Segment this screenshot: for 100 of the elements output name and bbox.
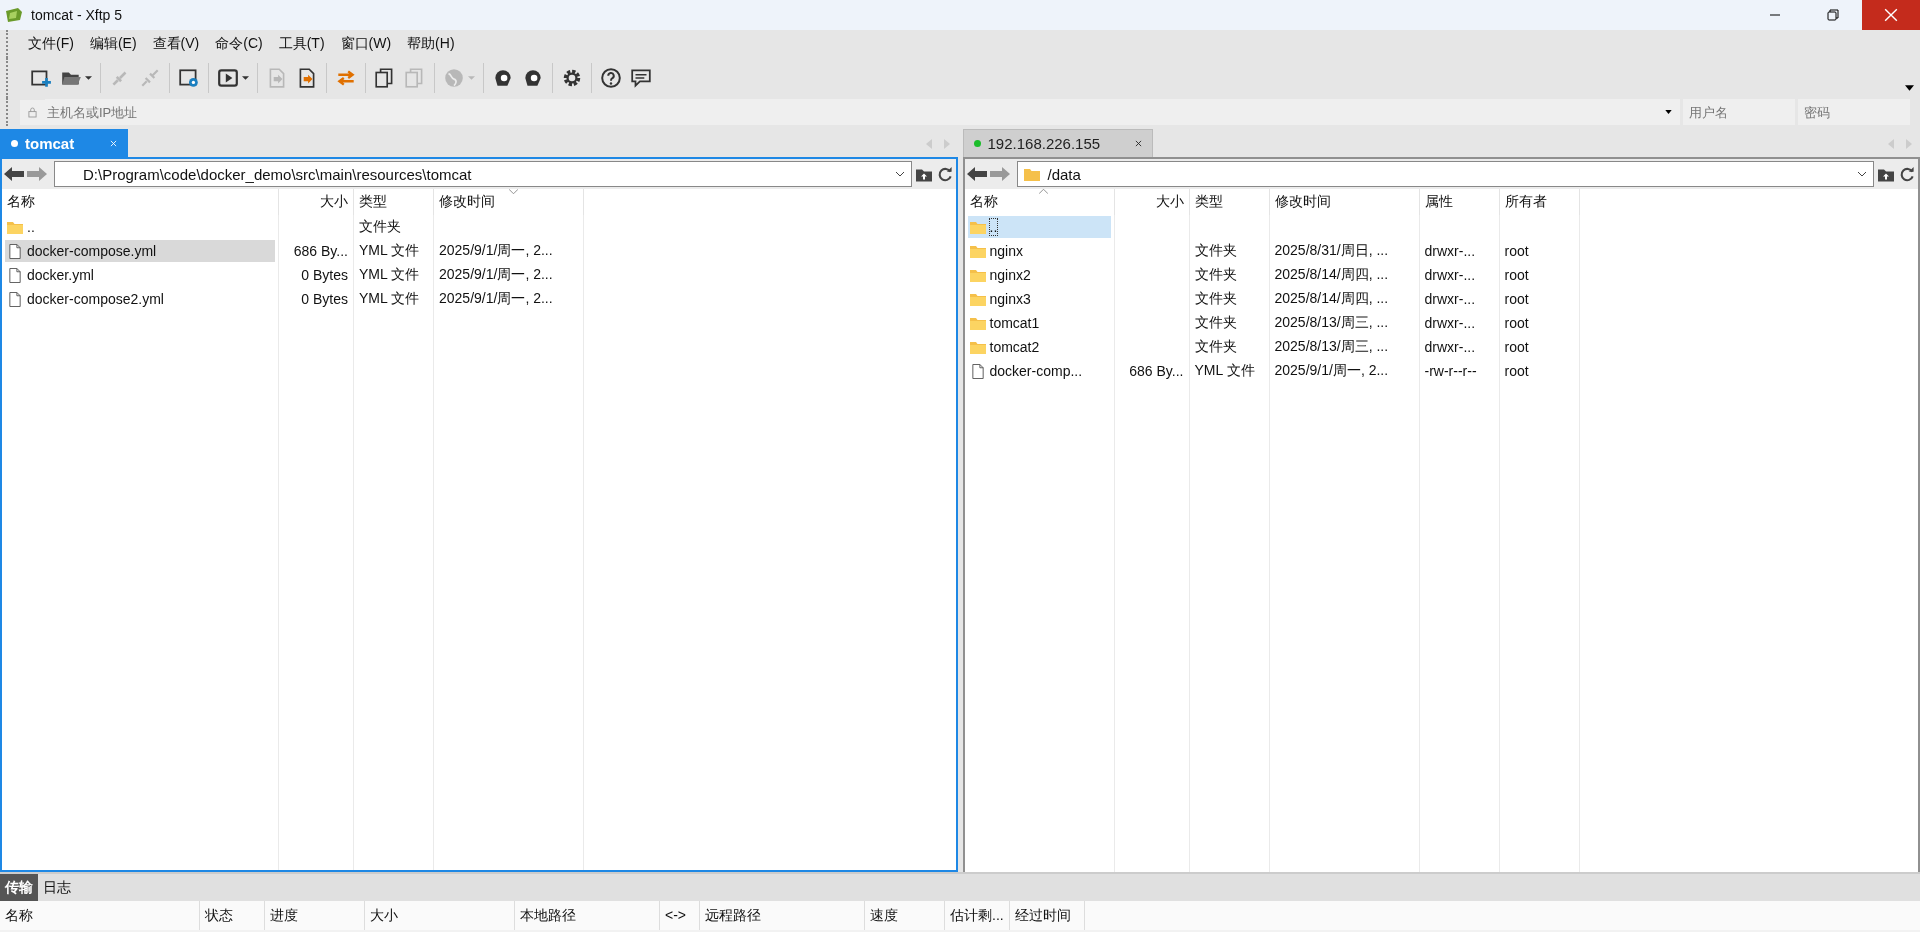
table-cell: 0 Bytes [301, 291, 348, 307]
column-header[interactable]: 修改时间 [434, 189, 584, 215]
column-header[interactable]: 名称 [964, 189, 1115, 215]
file-list-item[interactable]: docker.yml [5, 264, 275, 286]
folder-icon [969, 243, 986, 259]
caret-icon [242, 75, 249, 81]
chevron-down-icon[interactable] [894, 171, 905, 177]
close-icon[interactable] [1134, 140, 1142, 147]
window-gear-icon [178, 67, 200, 89]
column-header[interactable]: 修改时间 [1269, 189, 1420, 215]
menu-item[interactable]: 编辑(E) [81, 35, 145, 53]
username-field[interactable]: 用户名 [1683, 99, 1795, 125]
column-header[interactable]: 远程路径 [700, 901, 865, 930]
file-list-item[interactable]: .. [967, 216, 1111, 238]
column-header[interactable]: 所有者 [1499, 189, 1580, 215]
bottom-tab[interactable]: 传输 [0, 874, 38, 901]
back-arrow-icon[interactable] [4, 167, 24, 181]
bottom-tab[interactable]: 日志 [38, 874, 76, 901]
lock-icon [20, 99, 45, 125]
refresh-icon[interactable] [1898, 165, 1916, 183]
column-header[interactable]: 状态 [200, 901, 265, 930]
window-title: tomcat - Xftp 5 [31, 7, 123, 23]
file-list-item[interactable]: tomcat1 [967, 312, 1111, 334]
table-cell: 文件夹 [1194, 266, 1237, 284]
menu-item[interactable]: 窗口(W) [332, 35, 400, 53]
session-tab[interactable]: 192.168.226.155 [962, 129, 1153, 157]
caret-icon [468, 75, 475, 81]
menu-item[interactable]: 帮助(H) [399, 35, 463, 53]
table-cell: root [1504, 243, 1529, 259]
table-cell: root [1504, 315, 1529, 331]
menu-item[interactable]: 命令(C) [207, 35, 271, 53]
unplug-icon [139, 67, 161, 89]
column-header[interactable]: 估计剩... [945, 901, 1010, 930]
menu-item[interactable]: 查看(V) [144, 35, 208, 53]
host-field[interactable]: 主机名或IP地址 [45, 99, 1657, 125]
table-cell: YML 文件 [359, 242, 420, 260]
column-header[interactable]: 名称 [0, 901, 200, 930]
help-icon [600, 67, 622, 89]
menu-item[interactable]: 工具(T) [270, 35, 333, 53]
column-header[interactable]: 速度 [865, 901, 945, 930]
table-cell: 文件夹 [1194, 314, 1237, 332]
column-header[interactable]: <-> [660, 901, 700, 930]
table-cell: 2025/8/13/周三, ... [1274, 314, 1389, 332]
file-list-item[interactable]: docker-compose2.yml [5, 288, 275, 310]
back-arrow-icon[interactable] [966, 167, 987, 181]
file-list-item[interactable]: docker-comp... [967, 360, 1111, 382]
column-header[interactable]: 类型 [1189, 189, 1270, 215]
table-cell: drwxr-... [1424, 339, 1476, 355]
path-field[interactable]: /data [1016, 161, 1874, 187]
column-header[interactable]: 进度 [265, 901, 365, 930]
chevron-down-icon[interactable] [1857, 171, 1867, 177]
table-cell: 文件夹 [1194, 242, 1237, 260]
column-header[interactable]: 大小 [365, 901, 515, 930]
file-list-item[interactable]: nginx3 [967, 288, 1111, 310]
play-icon [217, 67, 239, 89]
table-cell: 文件夹 [359, 218, 401, 236]
table-cell: drwxr-... [1424, 267, 1476, 283]
table-cell: 2025/9/1/周一, 2... [439, 242, 553, 260]
table-cell: 686 By... [1129, 363, 1184, 379]
column-header[interactable]: 大小 [1114, 189, 1190, 215]
path-field[interactable]: D:\Program\code\docker_demo\src\main\resources\tomcat [54, 161, 912, 187]
file-list-item[interactable]: nginx2 [967, 264, 1111, 286]
column-header[interactable]: 本地路径 [515, 901, 660, 930]
column-header[interactable]: 大小 [279, 189, 354, 215]
table-cell: 686 By... [293, 243, 348, 259]
file-icon [7, 243, 23, 259]
table-cell: 文件夹 [1194, 290, 1237, 308]
column-header[interactable]: 名称 [2, 189, 279, 215]
file-icon [7, 291, 23, 307]
table-cell: YML 文件 [1194, 362, 1255, 380]
table-cell: 2025/8/31/周日, ... [1274, 242, 1389, 260]
app-logo-icon [5, 7, 23, 23]
table-cell: YML 文件 [359, 290, 420, 308]
caret-icon [85, 75, 92, 81]
column-header[interactable]: 属性 [1419, 189, 1500, 215]
table-cell: drwxr-... [1424, 291, 1476, 307]
table-cell: 2025/8/14/周四, ... [1274, 290, 1389, 308]
file-list-item[interactable]: .. [5, 216, 275, 238]
table-cell: 0 Bytes [301, 267, 348, 283]
table-cell: root [1504, 363, 1529, 379]
file-list-item[interactable]: tomcat2 [967, 336, 1111, 358]
table-cell: 2025/9/1/周一, 2... [1274, 362, 1389, 380]
file-list-item[interactable]: nginx [967, 240, 1111, 262]
table-cell: drwxr-... [1424, 243, 1476, 259]
menu-item[interactable]: 文件(F) [20, 35, 82, 53]
file-icon [969, 363, 986, 379]
folder-icon [969, 339, 986, 355]
column-header[interactable]: 类型 [354, 189, 434, 215]
restore-icon [1827, 9, 1839, 21]
close-button[interactable] [1862, 0, 1920, 30]
file-list-item[interactable]: docker-compose.yml [5, 240, 275, 262]
folder-icon [969, 315, 986, 331]
folder-icon [969, 219, 986, 235]
password-field[interactable]: 密码 [1798, 99, 1910, 125]
caret-icon[interactable] [1905, 85, 1914, 91]
folder-icon [7, 219, 23, 235]
column-header[interactable]: 经过时间 [1010, 901, 1085, 930]
folder-icon [969, 267, 986, 283]
globe-icon [443, 67, 465, 89]
session-tab[interactable]: tomcat [0, 129, 128, 157]
